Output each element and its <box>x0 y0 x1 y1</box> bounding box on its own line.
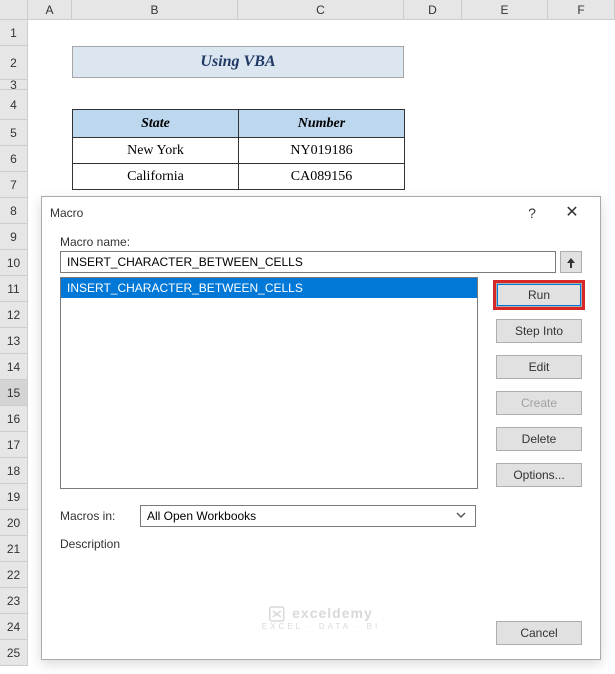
table-row[interactable]: California CA089156 <box>73 164 405 190</box>
row-header-selected[interactable]: 15 <box>0 380 28 406</box>
cell-number[interactable]: NY019186 <box>239 138 405 164</box>
row-header[interactable]: 8 <box>0 198 28 224</box>
row-header[interactable]: 3 <box>0 80 28 90</box>
macro-list[interactable]: INSERT_CHARACTER_BETWEEN_CELLS <box>60 277 478 489</box>
row-header[interactable]: 22 <box>0 562 28 588</box>
col-header-e[interactable]: E <box>462 0 548 19</box>
column-headers: A B C D E F <box>0 0 615 20</box>
macro-dialog: Macro ? ✕ Macro name: INSERT_CHARACTER_B… <box>41 196 601 660</box>
row-header[interactable]: 10 <box>0 250 28 276</box>
row-header[interactable]: 17 <box>0 432 28 458</box>
cancel-button[interactable]: Cancel <box>496 621 582 645</box>
col-header-f[interactable]: F <box>548 0 615 19</box>
combo-value: All Open Workbooks <box>147 509 256 523</box>
row-header[interactable]: 2 <box>0 46 28 80</box>
col-header-d[interactable]: D <box>404 0 462 19</box>
row-header[interactable]: 19 <box>0 484 28 510</box>
goto-button[interactable] <box>560 251 582 273</box>
macro-name-label: Macro name: <box>60 235 582 249</box>
row-header[interactable]: 4 <box>0 90 28 120</box>
title-cell[interactable]: Using VBA <box>72 46 404 78</box>
col-header-a[interactable]: A <box>28 0 72 19</box>
row-header[interactable]: 6 <box>0 146 28 172</box>
chevron-down-icon <box>453 509 469 523</box>
watermark: exceldemy EXCEL · DATA · BI <box>262 605 380 631</box>
row-header[interactable]: 23 <box>0 588 28 614</box>
edit-button[interactable]: Edit <box>496 355 582 379</box>
row-header[interactable]: 24 <box>0 614 28 640</box>
header-number[interactable]: Number <box>239 110 405 138</box>
row-header[interactable]: 7 <box>0 172 28 198</box>
dialog-titlebar[interactable]: Macro ? ✕ <box>42 197 600 229</box>
row-headers: 1 2 3 4 5 6 7 8 9 10 11 12 13 14 15 16 1… <box>0 20 28 666</box>
row-header[interactable]: 11 <box>0 276 28 302</box>
select-all-corner[interactable] <box>0 0 28 19</box>
col-header-c[interactable]: C <box>238 0 404 19</box>
row-header[interactable]: 13 <box>0 328 28 354</box>
cell-state[interactable]: New York <box>73 138 239 164</box>
description-label: Description <box>60 537 582 551</box>
delete-button[interactable]: Delete <box>496 427 582 451</box>
header-state[interactable]: State <box>73 110 239 138</box>
macro-list-item[interactable]: INSERT_CHARACTER_BETWEEN_CELLS <box>61 278 477 298</box>
row-header[interactable]: 16 <box>0 406 28 432</box>
run-button[interactable]: Run <box>496 283 582 307</box>
cell-state[interactable]: California <box>73 164 239 190</box>
step-into-button[interactable]: Step Into <box>496 319 582 343</box>
dialog-title: Macro <box>50 206 512 220</box>
close-button[interactable]: ✕ <box>552 199 592 227</box>
help-button[interactable]: ? <box>512 199 552 227</box>
data-table: State Number New York NY019186 Californi… <box>72 109 405 190</box>
row-header[interactable]: 18 <box>0 458 28 484</box>
row-header[interactable]: 1 <box>0 20 28 46</box>
row-header[interactable]: 21 <box>0 536 28 562</box>
row-header[interactable]: 14 <box>0 354 28 380</box>
row-header[interactable]: 25 <box>0 640 28 666</box>
macro-name-input[interactable] <box>60 251 556 273</box>
table-row[interactable]: New York NY019186 <box>73 138 405 164</box>
row-header[interactable]: 20 <box>0 510 28 536</box>
row-header[interactable]: 9 <box>0 224 28 250</box>
row-header[interactable]: 12 <box>0 302 28 328</box>
create-button: Create <box>496 391 582 415</box>
macros-in-label: Macros in: <box>60 509 130 523</box>
col-header-b[interactable]: B <box>72 0 238 19</box>
options-button[interactable]: Options... <box>496 463 582 487</box>
cell-number[interactable]: CA089156 <box>239 164 405 190</box>
arrow-up-icon <box>565 255 577 269</box>
row-header[interactable]: 5 <box>0 120 28 146</box>
macros-in-combo[interactable]: All Open Workbooks <box>140 505 476 527</box>
